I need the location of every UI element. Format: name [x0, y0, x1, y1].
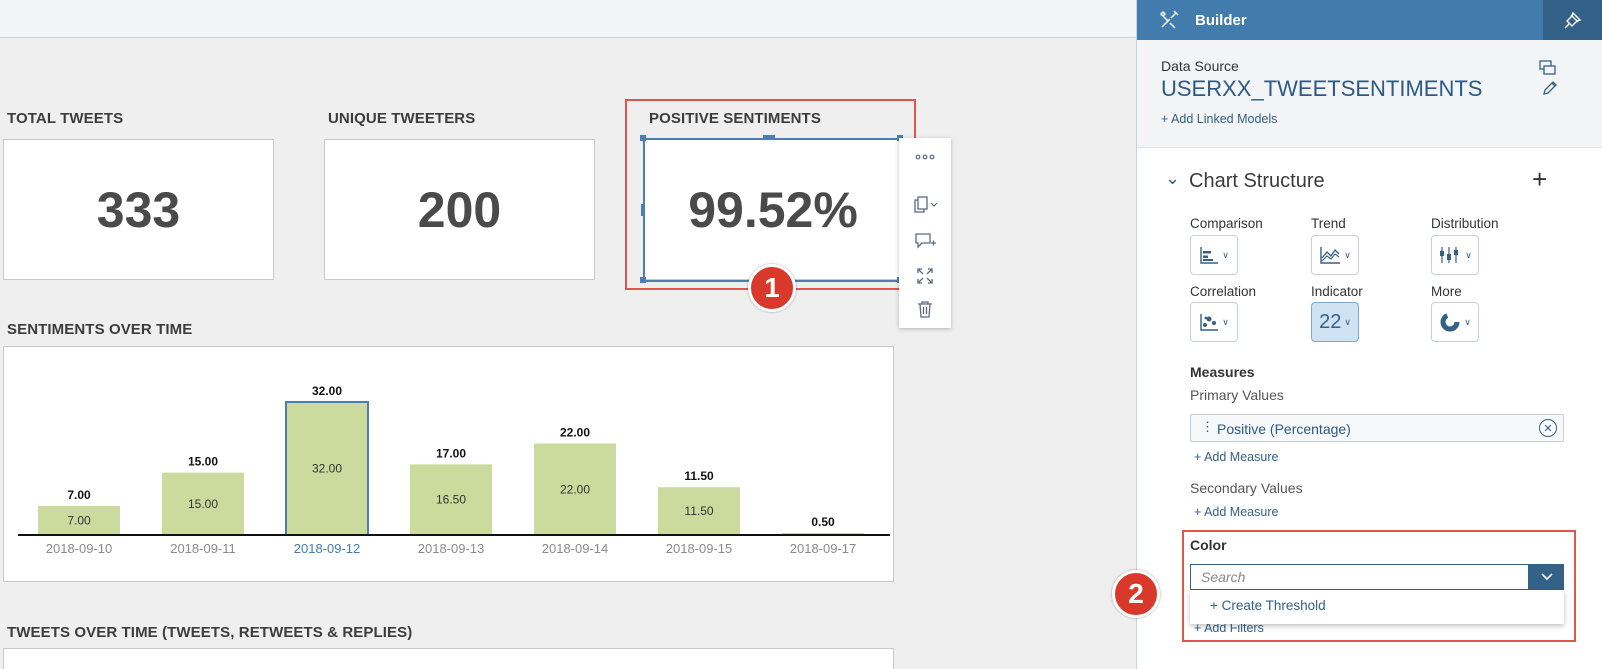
add-primary-measure-link[interactable]: + Add Measure [1194, 450, 1278, 464]
kpi-value-total-tweets: 333 [96, 181, 181, 238]
kpi-title-total-tweets: TOTAL TWEETS [7, 110, 124, 127]
kpi-title-unique-tweeters: UNIQUE TWEETERS [328, 110, 476, 127]
bar-value-label: 15.00 [188, 455, 218, 469]
bar-inner-label: 15.00 [188, 497, 218, 511]
comparison-chart-button[interactable]: ∨ [1190, 235, 1238, 275]
donut-icon [1440, 312, 1460, 332]
tweets-chart-tile[interactable] [3, 648, 894, 669]
more-actions-button[interactable] [899, 142, 951, 172]
bar-chart-icon [1200, 247, 1219, 264]
fullscreen-button[interactable] [899, 261, 951, 291]
data-source-label: Data Source [1161, 58, 1239, 74]
trend-chart-button[interactable]: ∨ [1311, 235, 1359, 275]
area-chart-icon [1320, 247, 1341, 264]
builder-title: Builder [1195, 12, 1247, 29]
more-chart-button[interactable]: ∨ [1431, 302, 1479, 342]
x-tick-label: 2018-09-12 [294, 541, 361, 556]
bar-inner-label: 16.50 [436, 493, 466, 507]
expand-icon [917, 268, 933, 284]
bar-value-label: 17.00 [436, 446, 466, 460]
sentiments-chart-tile[interactable]: 7.00 7.00 2018-09-10 15.00 15.00 2018-09-11 32… [3, 346, 894, 582]
add-structure-icon[interactable]: + [1532, 164, 1547, 195]
primary-values-label: Primary Values [1190, 387, 1284, 403]
copy-icon [914, 196, 938, 213]
sentiments-bar-chart: 7.00 7.00 2018-09-10 15.00 15.00 2018-09-11 32… [18, 384, 890, 556]
callout-frame-1 [625, 99, 916, 290]
x-tick-label: 2018-09-11 [170, 541, 236, 556]
data-source-name: USERXX_TWEETSENTIMENTS [1161, 76, 1483, 101]
kpi-value-unique-tweeters: 200 [417, 181, 502, 238]
pin-icon [1564, 11, 1582, 29]
secondary-values-label: Secondary Values [1190, 480, 1303, 496]
bar-inner-label: 32.00 [312, 462, 342, 476]
callout-badge-1: 1 [748, 264, 796, 312]
bar-inner-label: 7.00 [67, 513, 91, 527]
bar-value-label: 11.50 [684, 469, 714, 483]
measures-label: Measures [1190, 364, 1255, 380]
more-label: More [1431, 284, 1462, 299]
indicator-chart-button[interactable]: 22 ∨ [1311, 302, 1359, 342]
chevron-down-icon: ∨ [1464, 316, 1471, 327]
numeric-icon: 22 [1319, 310, 1342, 333]
widget-context-toolbar [899, 138, 951, 328]
chevron-down-icon: ∨ [1344, 316, 1351, 327]
chart-structure-title[interactable]: Chart Structure [1189, 170, 1325, 193]
switch-model-icon[interactable] [1539, 60, 1557, 76]
copy-button[interactable] [899, 190, 951, 220]
kpi-tile-total-tweets[interactable]: 333 [3, 139, 274, 280]
remove-measure-icon[interactable]: ✕ [1539, 419, 1557, 437]
pin-panel-button[interactable] [1543, 0, 1602, 40]
x-tick-label: 2018-09-17 [790, 541, 857, 556]
tools-icon [1159, 10, 1179, 29]
callout-frame-2 [1182, 530, 1576, 642]
x-tick-label: 2018-09-13 [418, 541, 485, 556]
add-secondary-measure-link[interactable]: + Add Measure [1194, 505, 1278, 519]
data-source-section: Data Source USERXX_TWEETSENTIMENTS + Add… [1137, 40, 1602, 148]
box-plot-icon [1440, 247, 1459, 263]
primary-measure-name: Positive (Percentage) [1217, 421, 1351, 437]
comparison-label: Comparison [1190, 216, 1263, 231]
story-toolbar [0, 0, 1136, 38]
delete-button[interactable] [899, 294, 951, 324]
chart-title-tweets: TWEETS OVER TIME (TWEETS, RETWEETS & REP… [7, 624, 413, 641]
more-icon [915, 154, 935, 160]
trash-icon [918, 301, 932, 318]
chevron-down-icon: ∨ [1344, 249, 1351, 260]
chevron-down-icon: ∨ [1465, 249, 1472, 260]
chevron-down-icon: ∨ [1222, 316, 1229, 327]
drag-handle-icon[interactable]: ⋮ [1201, 419, 1214, 435]
add-comment-button[interactable] [899, 226, 951, 256]
x-tick-label: 2018-09-10 [46, 541, 113, 556]
callout-badge-2: 2 [1112, 570, 1160, 618]
builder-header: Builder [1137, 0, 1602, 40]
bar-value-label: 0.50 [811, 515, 835, 529]
distribution-label: Distribution [1431, 216, 1499, 231]
indicator-label: Indicator [1311, 284, 1363, 299]
primary-measure-token[interactable]: ⋮ Positive (Percentage) ✕ [1190, 414, 1564, 442]
edit-icon[interactable] [1542, 80, 1558, 96]
chevron-down-icon: ∨ [1222, 249, 1229, 260]
kpi-tile-unique-tweeters[interactable]: 200 [324, 139, 595, 280]
comment-icon [915, 233, 936, 249]
x-tick-label: 2018-09-15 [666, 541, 733, 556]
bar-value-label: 7.00 [67, 488, 91, 502]
bar-value-label: 32.00 [312, 384, 342, 398]
bar-inner-label: 11.50 [684, 504, 713, 518]
bar-value-label: 22.00 [560, 426, 590, 440]
correlation-label: Correlation [1190, 284, 1257, 299]
bar-inner-label: 22.00 [560, 482, 590, 496]
add-linked-models-link[interactable]: + Add Linked Models [1161, 112, 1277, 126]
scatter-icon [1200, 314, 1219, 331]
chart-title-sentiments: SENTIMENTS OVER TIME [7, 321, 193, 338]
x-tick-label: 2018-09-14 [542, 541, 609, 556]
collapse-chevron-icon[interactable]: ⌄ [1165, 168, 1180, 189]
distribution-chart-button[interactable]: ∨ [1431, 235, 1479, 275]
correlation-chart-button[interactable]: ∨ [1190, 302, 1238, 342]
trend-label: Trend [1311, 216, 1346, 231]
